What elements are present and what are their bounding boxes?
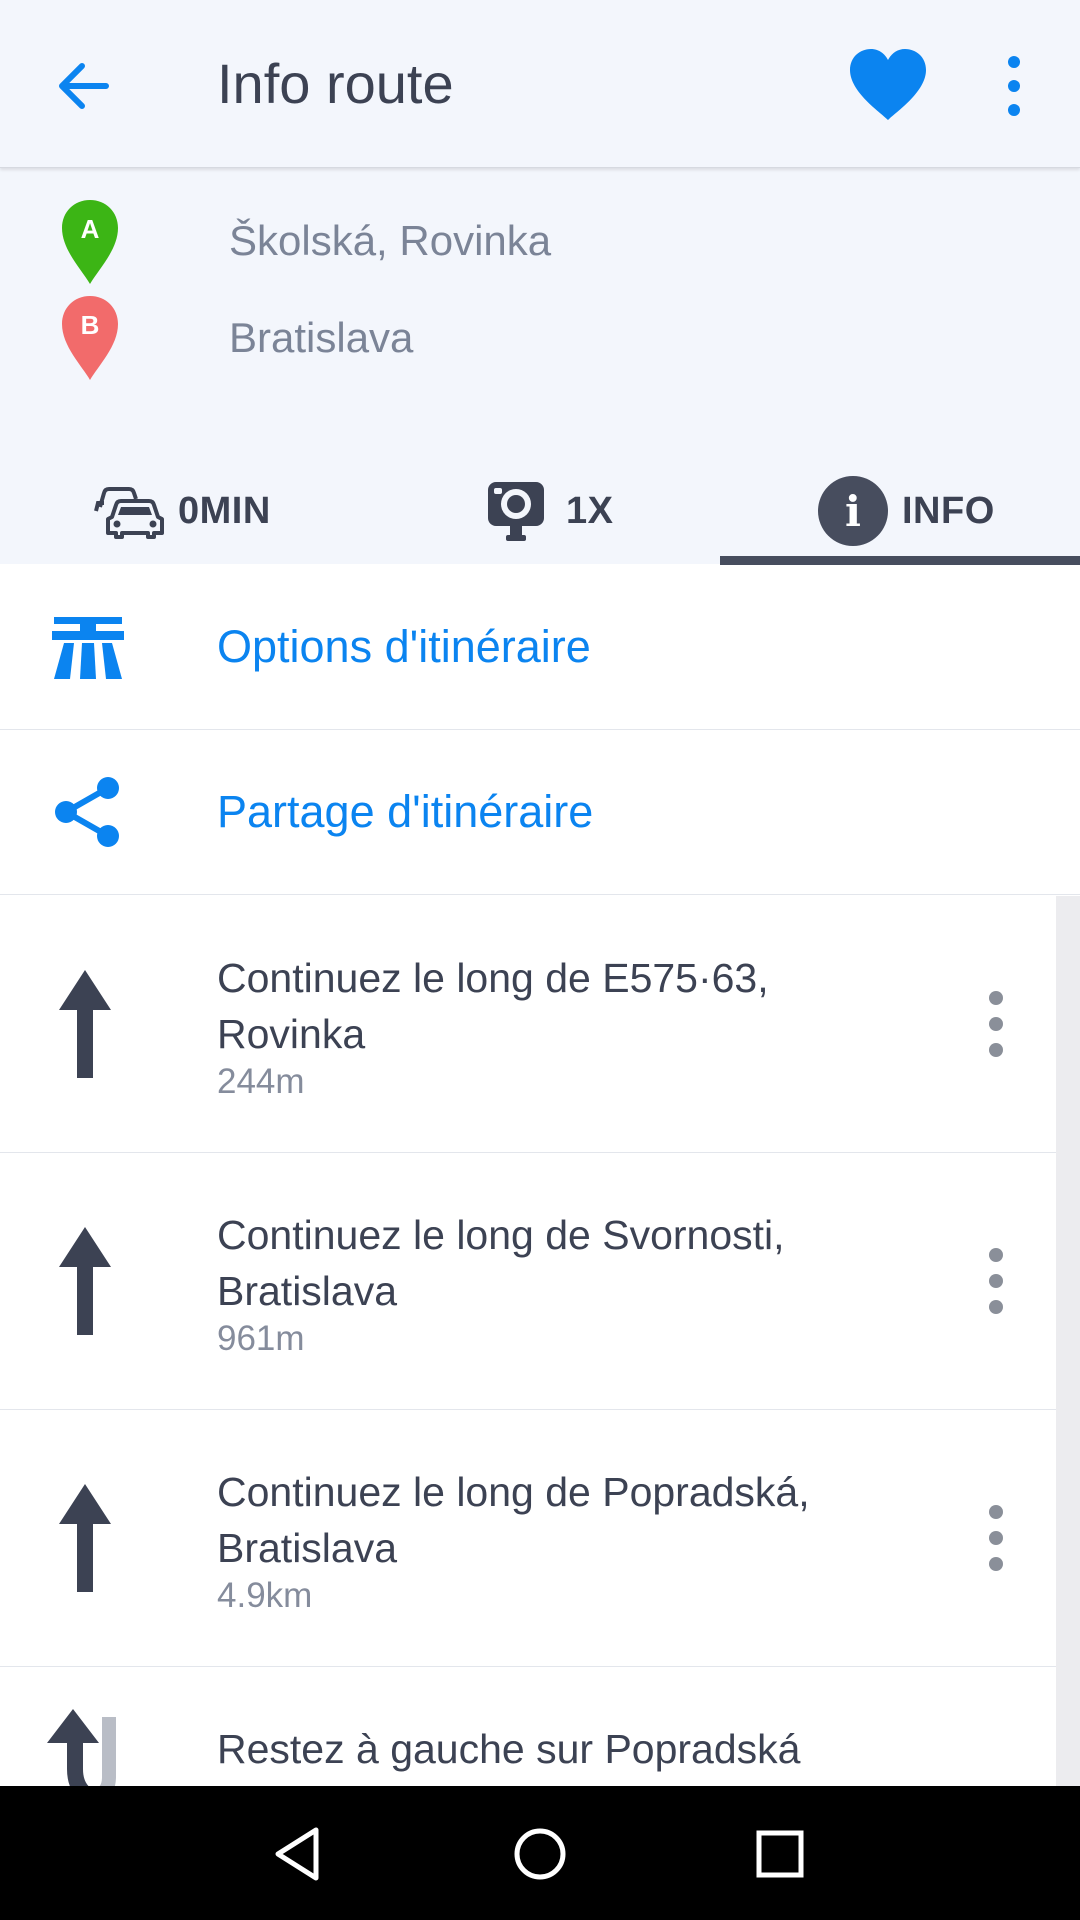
route-summary: A Školská, Rovinka B Bratislava 0MIN 1X …	[0, 168, 1080, 566]
arrow-straight-icon	[59, 1484, 111, 1592]
list-item[interactable]: Continuez le long de E575·63, Rovinka 24…	[0, 896, 1056, 1153]
step-distance: 4.9km	[217, 1576, 313, 1615]
list-item[interactable]: Continuez le long de Popradská, Bratisla…	[0, 1410, 1056, 1667]
traffic-cars-icon	[94, 487, 164, 539]
info-icon: i	[818, 476, 888, 546]
destination-marker-label: B	[81, 310, 100, 340]
app-bar: Info route	[0, 0, 1080, 168]
list-item[interactable]: Continuez le long de Svornosti, Bratisla…	[0, 1153, 1056, 1410]
route-steps-list[interactable]: Continuez le long de E575·63, Rovinka 24…	[0, 896, 1080, 1786]
step-instruction: Restez à gauche sur Popradská	[217, 1726, 801, 1772]
more-vertical-icon[interactable]	[990, 52, 1038, 120]
heart-icon[interactable]	[846, 46, 930, 122]
speed-camera-icon	[488, 482, 544, 541]
tab-traffic[interactable]: 0MIN	[94, 458, 271, 564]
origin-marker-icon: A	[62, 200, 118, 284]
tab-info-label: INFO	[902, 489, 995, 532]
share-icon	[55, 777, 119, 847]
route-share-label: Partage d'itinéraire	[217, 786, 594, 837]
route-tabs: 0MIN 1X i INFO	[0, 458, 1080, 566]
more-vertical-icon[interactable]	[978, 1502, 1014, 1574]
more-vertical-icon[interactable]	[978, 1245, 1014, 1317]
more-vertical-icon[interactable]	[978, 988, 1014, 1060]
tab-traffic-label: 0MIN	[178, 489, 271, 532]
route-options-item[interactable]: Options d'itinéraire	[0, 565, 1080, 730]
route-share-item[interactable]: Partage d'itinéraire	[0, 730, 1080, 895]
step-distance: 244m	[217, 1062, 305, 1101]
tab-speed-cameras-label: 1X	[566, 489, 614, 532]
tab-speed-cameras[interactable]: 1X	[484, 458, 613, 564]
origin-name[interactable]: Školská, Rovinka	[229, 216, 551, 266]
list-item[interactable]: Restez à gauche sur Popradská	[0, 1667, 1056, 1786]
step-instruction: Continuez le long de E575·63, Rovinka	[217, 955, 769, 1057]
system-nav-bar	[0, 1786, 1080, 1920]
arrow-straight-icon	[59, 1227, 111, 1335]
nav-back-icon[interactable]	[264, 1818, 336, 1890]
tab-info[interactable]: i INFO	[818, 458, 995, 564]
arrow-left-icon[interactable]	[50, 52, 118, 120]
highway-icon	[52, 617, 124, 679]
step-instruction: Continuez le long de Popradská, Bratisla…	[217, 1469, 810, 1571]
page-title: Info route	[217, 52, 454, 115]
nav-home-icon[interactable]	[504, 1818, 576, 1890]
nav-recents-icon[interactable]	[744, 1818, 816, 1890]
origin-marker-label: A	[81, 214, 100, 244]
scrollbar[interactable]	[1056, 896, 1080, 1786]
step-distance: 961m	[217, 1319, 305, 1358]
arrow-straight-icon	[59, 970, 111, 1078]
destination-name[interactable]: Bratislava	[229, 313, 413, 363]
step-instruction: Continuez le long de Svornosti, Bratisla…	[217, 1212, 785, 1314]
route-options-label: Options d'itinéraire	[217, 621, 591, 672]
destination-marker-icon: B	[62, 296, 118, 380]
keep-left-icon	[47, 1709, 116, 1786]
